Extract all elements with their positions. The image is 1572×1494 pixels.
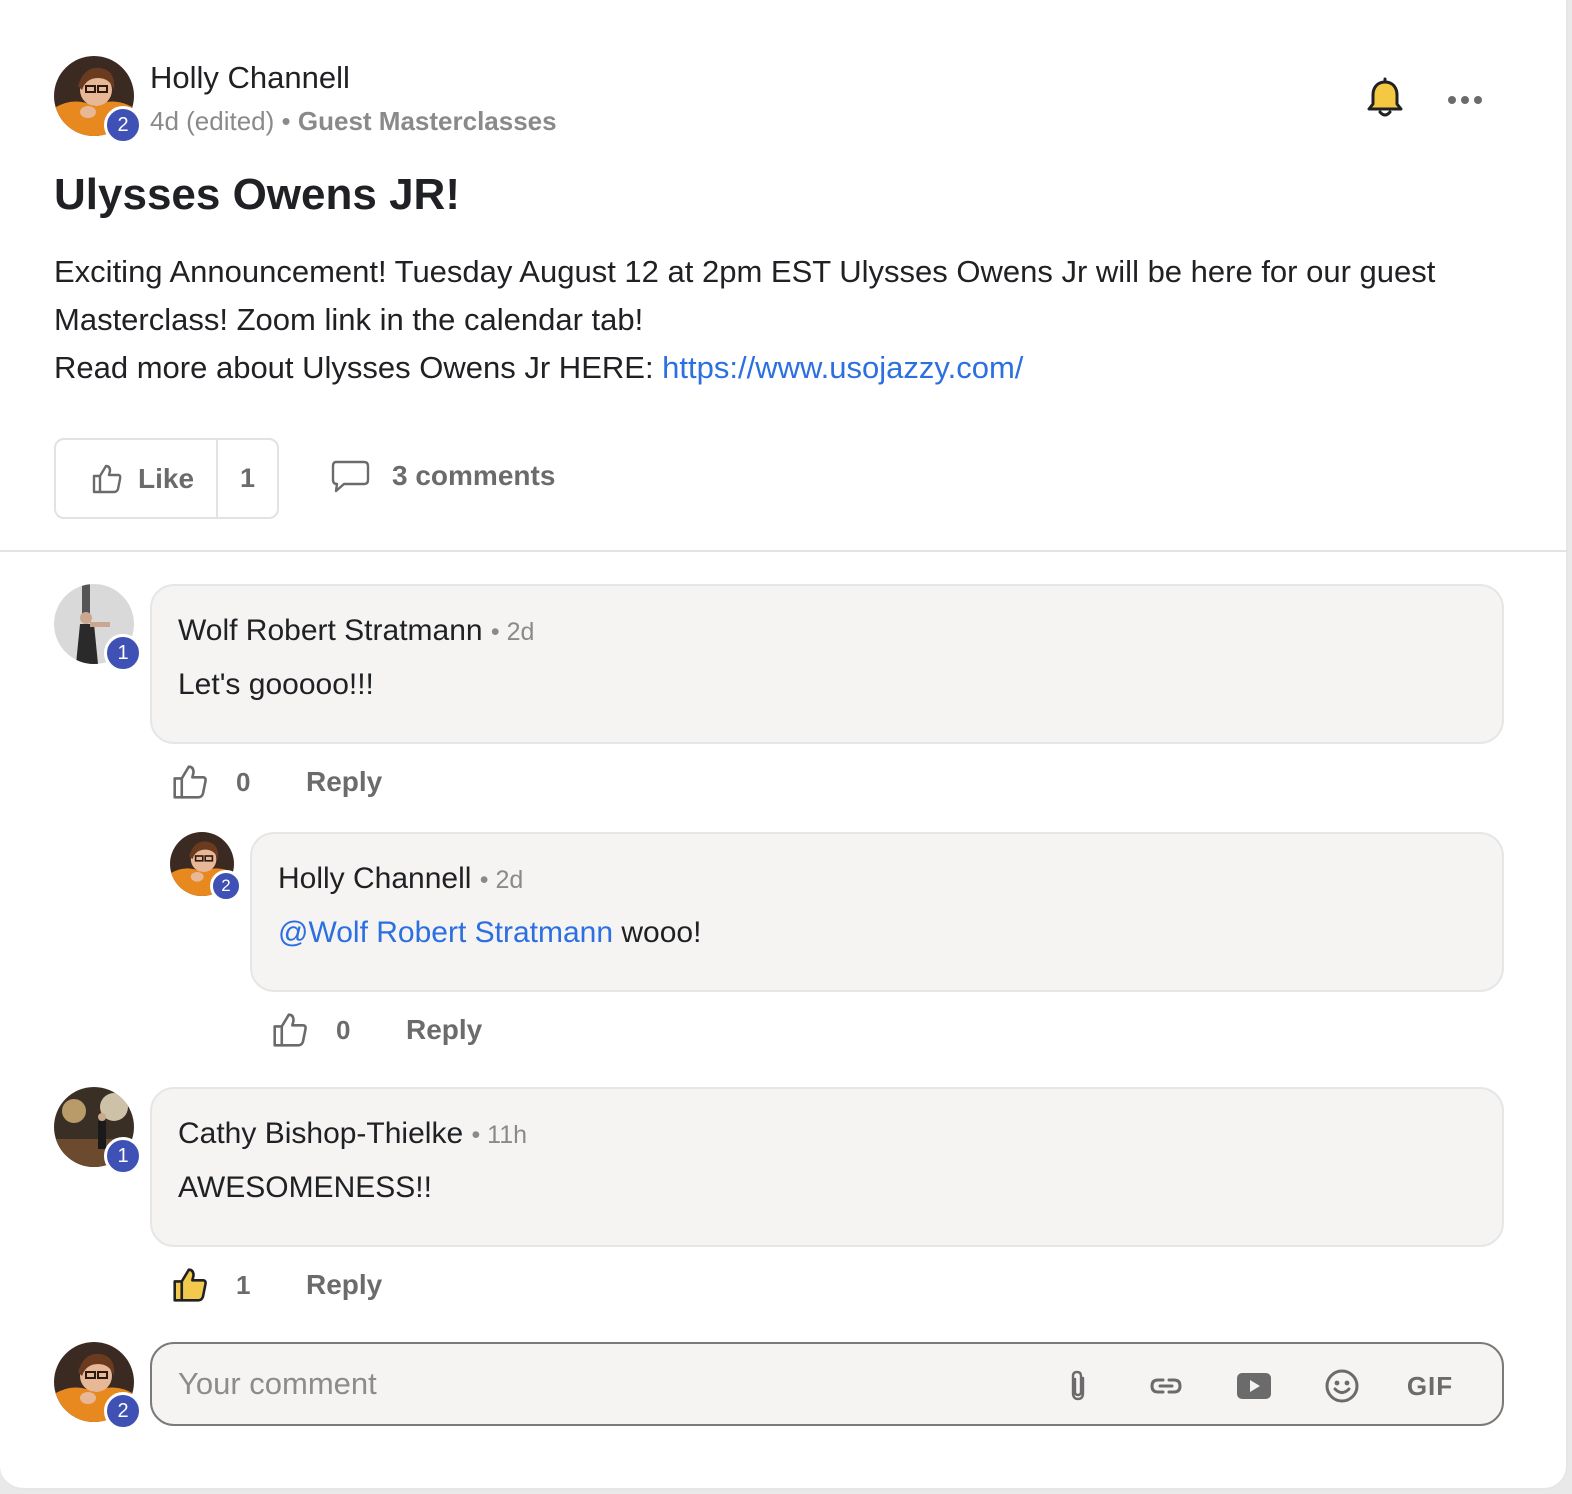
post-body-link-line: Read more about Ulysses Owens Jr HERE: h… [54, 344, 1524, 392]
level-badge: 1 [104, 634, 142, 672]
comment-actions: 0 Reply [270, 1010, 482, 1050]
comment-time: • 2d [479, 866, 524, 894]
comment-text: AWESOMENESS!! [178, 1171, 432, 1204]
comment-header: Wolf Robert Stratmann • 2d [178, 614, 534, 648]
comment-composer: GIF [150, 1342, 1504, 1426]
comment-author[interactable]: Holly Channell [278, 862, 471, 895]
thumbs-up-icon [92, 464, 122, 493]
comment-like-count: 1 [236, 1269, 251, 1300]
post-body-prefix: Read more about Ulysses Owens Jr HERE: [54, 350, 663, 385]
external-link[interactable]: https://www.usojazzy.com/ [662, 350, 1023, 385]
comment-actions: 0 Reply [170, 762, 382, 802]
bell-icon[interactable] [1362, 76, 1408, 122]
comment-text: @Wolf Robert Stratmann wooo! [278, 916, 701, 950]
level-badge: 2 [210, 870, 242, 902]
reply-author-avatar[interactable]: 2 [170, 832, 242, 902]
post-card: 2 Holly Channell 4d (edited) • Guest Mas… [0, 0, 1568, 1490]
comments-count: 3 comments [392, 460, 556, 491]
comments-toggle[interactable]: 3 comments [330, 458, 555, 494]
post-category[interactable]: Guest Masterclasses [298, 106, 557, 136]
comment-input[interactable] [178, 1362, 1038, 1406]
comment-like-count: 0 [236, 766, 251, 797]
comment-text-rest: wooo! [613, 916, 702, 949]
level-badge: 1 [104, 1137, 142, 1175]
like-control: Like 1 [54, 438, 279, 519]
user-mention[interactable]: @Wolf Robert Stratmann [278, 916, 613, 949]
post-meta: 4d (edited) • Guest Masterclasses [150, 106, 557, 137]
attach-button[interactable] [1058, 1366, 1098, 1406]
comment-time: • 11h [471, 1121, 528, 1149]
comment-bubble-icon [331, 460, 370, 493]
comment-author[interactable]: Cathy Bishop-Thielke [178, 1117, 463, 1150]
thumbs-up-icon[interactable] [270, 1010, 310, 1050]
commenter-avatar[interactable]: 1 [54, 584, 142, 672]
post-age: 4d (edited) [150, 106, 275, 136]
reply-bubble: Holly Channell • 2d @Wolf Robert Stratma… [250, 832, 1504, 992]
post-body-paragraph: Exciting Announcement! Tuesday August 12… [54, 254, 1436, 337]
post-author-name[interactable]: Holly Channell [150, 60, 350, 96]
reply-button[interactable]: Reply [306, 1269, 382, 1301]
comment-bubble: Cathy Bishop-Thielke • 11h AWESOMENESS!! [150, 1087, 1504, 1247]
gif-icon[interactable]: GIF [1402, 1366, 1458, 1406]
divider [0, 550, 1568, 552]
comment-header: Holly Channell • 2d [278, 862, 523, 896]
level-badge: 2 [104, 106, 142, 144]
thumbs-up-icon[interactable] [170, 762, 210, 802]
thumbs-up-filled-icon[interactable] [170, 1265, 210, 1305]
commenter-avatar[interactable]: 1 [54, 1087, 142, 1175]
comment-actions: 1 Reply [170, 1265, 382, 1305]
post-title: Ulysses Owens JR! [54, 170, 460, 219]
meta-separator: • [281, 106, 291, 136]
comment-time: • 2d [490, 618, 535, 646]
like-count[interactable]: 1 [218, 440, 277, 517]
post-author-avatar[interactable]: 2 [54, 56, 142, 144]
emoji-icon [1325, 1369, 1359, 1403]
insert-video-button[interactable] [1234, 1366, 1274, 1406]
reply-button[interactable]: Reply [406, 1014, 482, 1046]
comment-text: Let's gooooo!!! [178, 668, 374, 701]
like-label: Like [138, 462, 195, 494]
post-body: Exciting Announcement! Tuesday August 12… [54, 248, 1524, 392]
video-icon [1237, 1373, 1271, 1399]
comment-like-count: 0 [336, 1014, 351, 1045]
more-options-icon[interactable] [1440, 80, 1490, 120]
comment-header: Cathy Bishop-Thielke • 11h [178, 1117, 527, 1151]
link-icon [1150, 1378, 1182, 1394]
insert-link-button[interactable] [1146, 1366, 1186, 1406]
insert-emoji-button[interactable] [1322, 1366, 1362, 1406]
comment-bubble: Wolf Robert Stratmann • 2d Let's gooooo!… [150, 584, 1504, 744]
reply-button[interactable]: Reply [306, 766, 382, 798]
like-button[interactable]: Like [56, 440, 218, 517]
paperclip-icon [1071, 1370, 1085, 1401]
comment-author[interactable]: Wolf Robert Stratmann [178, 614, 483, 647]
level-badge: 2 [104, 1392, 142, 1430]
current-user-avatar: 2 [54, 1342, 142, 1430]
